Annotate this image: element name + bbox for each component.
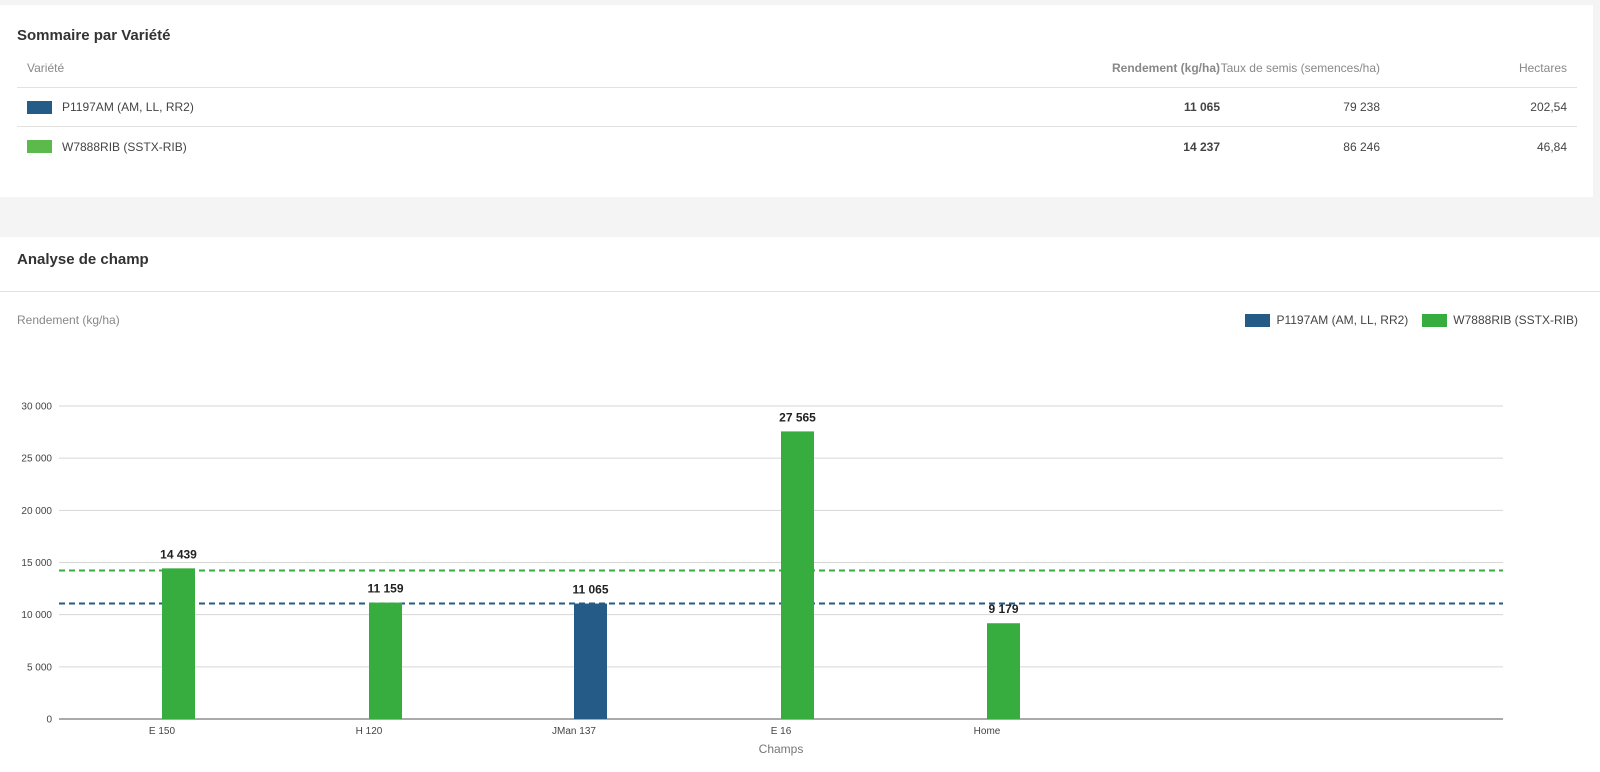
field-analysis-card: Analyse de champ Rendement (kg/ha) P1197… — [0, 237, 1600, 772]
bar — [369, 602, 402, 719]
y-tick-label: 10 000 — [21, 610, 52, 621]
yield-bar-chart: 0 5 000 10 000 15 000 20 000 25 000 30 000 14 4… — [21, 402, 1503, 756]
variety-summary-card: Sommaire par Variété Variété Rendement (… — [0, 5, 1593, 197]
variety-cell: P1197AM (AM, LL, RR2) — [27, 88, 194, 126]
table-row[interactable]: W7888RIB (SSTX-RIB) 14 237 86 246 46,84 — [17, 127, 1577, 166]
summary-table-header: Variété Rendement (kg/ha) Taux de semis … — [17, 49, 1577, 88]
variety-name: W7888RIB (SSTX-RIB) — [62, 139, 187, 154]
seeding-cell: 86 246 — [1343, 139, 1380, 154]
yield-cell: 11 065 — [1183, 100, 1220, 114]
bar-value-label: 14 439 — [160, 547, 197, 561]
col-variety-header[interactable]: Variété — [27, 49, 64, 87]
col-yield-header[interactable]: Rendement (kg/ha) — [1112, 49, 1220, 87]
y-tick-label: 15 000 — [21, 558, 52, 569]
yield-cell: 14 237 — [1183, 139, 1220, 154]
bar — [987, 623, 1020, 719]
y-tick-label: 20 000 — [21, 506, 52, 517]
hectares-cell: 202,54 — [1530, 100, 1567, 114]
y-tick-label: 30 000 — [21, 402, 52, 413]
bar-value-label: 11 065 — [572, 583, 608, 597]
variety-cell: W7888RIB (SSTX-RIB) — [27, 127, 187, 166]
bar-value-label: 9 179 — [988, 602, 1018, 616]
bar-value-label: 27 565 — [779, 410, 816, 424]
bar — [574, 603, 607, 719]
col-hectares-header[interactable]: Hectares — [1519, 49, 1567, 87]
table-row[interactable]: P1197AM (AM, LL, RR2) 11 065 79 238 202,… — [17, 88, 1577, 127]
x-tick-label: E 16 — [771, 726, 792, 737]
variety-color-swatch — [27, 140, 52, 153]
y-tick-label: 5 000 — [27, 662, 52, 673]
x-tick-label: H 120 — [356, 726, 383, 737]
variety-color-swatch — [27, 100, 52, 114]
x-tick-label: Home — [974, 726, 1001, 737]
variety-name: P1197AM (AM, LL, RR2) — [62, 100, 194, 114]
bar — [162, 568, 195, 719]
bar — [781, 431, 814, 719]
seeding-cell: 79 238 — [1343, 100, 1380, 114]
col-seeding-header[interactable]: Taux de semis (semences/ha) — [1221, 49, 1380, 87]
bar-value-label: 11 159 — [367, 582, 403, 596]
y-tick-label: 0 — [46, 715, 52, 726]
x-axis-title: Champs — [759, 742, 804, 756]
x-tick-label: E 150 — [149, 726, 176, 737]
x-tick-label: JMan 137 — [552, 726, 596, 737]
hectares-cell: 46,84 — [1536, 139, 1567, 154]
summary-title: Sommaire par Variété — [17, 27, 171, 44]
y-tick-label: 25 000 — [21, 454, 52, 465]
